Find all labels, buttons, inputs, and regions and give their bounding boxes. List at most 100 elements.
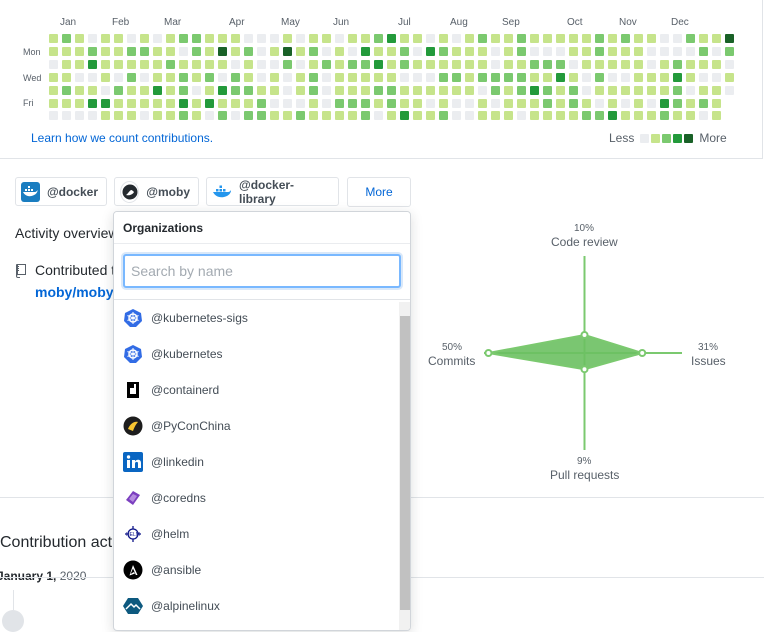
calendar-day-cell[interactable] [569,98,578,108]
calendar-day-cell[interactable] [231,59,240,69]
calendar-day-cell[interactable] [569,46,578,56]
calendar-day-cell[interactable] [647,98,656,108]
calendar-day-cell[interactable] [153,98,162,108]
calendar-day-cell[interactable] [114,85,123,95]
calendar-day-cell[interactable] [257,111,266,121]
calendar-day-cell[interactable] [621,59,630,69]
calendar-day-cell[interactable] [127,34,136,43]
calendar-day-cell[interactable] [595,72,604,82]
calendar-day-cell[interactable] [569,72,578,82]
calendar-day-cell[interactable] [491,111,500,121]
calendar-day-cell[interactable] [478,85,487,95]
calendar-day-cell[interactable] [543,111,552,121]
org-list-item[interactable]: HELM @helm [123,516,393,552]
calendar-day-cell[interactable] [608,59,617,69]
calendar-day-cell[interactable] [530,72,539,82]
calendar-day-cell[interactable] [244,59,253,69]
calendar-day-cell[interactable] [88,85,97,95]
calendar-day-cell[interactable] [114,59,123,69]
calendar-day-cell[interactable] [595,85,604,95]
calendar-day-cell[interactable] [621,72,630,82]
calendar-day-cell[interactable] [296,98,305,108]
calendar-day-cell[interactable] [439,34,448,43]
calendar-day-cell[interactable] [595,46,604,56]
calendar-day-cell[interactable] [647,59,656,69]
calendar-day-cell[interactable] [426,85,435,95]
calendar-day-cell[interactable] [413,59,422,69]
org-button-moby[interactable]: @moby [114,177,199,206]
calendar-day-cell[interactable] [283,85,292,95]
calendar-day-cell[interactable] [205,46,214,56]
calendar-day-cell[interactable] [400,98,409,108]
calendar-day-cell[interactable] [166,85,175,95]
calendar-day-cell[interactable] [634,98,643,108]
calendar-day-cell[interactable] [517,111,526,121]
calendar-day-cell[interactable] [270,59,279,69]
calendar-day-cell[interactable] [530,34,539,43]
calendar-day-cell[interactable] [569,111,578,121]
calendar-day-cell[interactable] [348,85,357,95]
calendar-day-cell[interactable] [140,85,149,95]
calendar-day-cell[interactable] [296,34,305,43]
calendar-day-cell[interactable] [504,34,513,43]
calendar-day-cell[interactable] [257,98,266,108]
calendar-day-cell[interactable] [439,46,448,56]
calendar-day-cell[interactable] [699,72,708,82]
calendar-day-cell[interactable] [205,111,214,121]
calendar-day-cell[interactable] [244,85,253,95]
calendar-day-cell[interactable] [465,111,474,121]
calendar-day-cell[interactable] [140,46,149,56]
more-orgs-button[interactable]: More [347,177,411,207]
calendar-day-cell[interactable] [153,34,162,43]
calendar-day-cell[interactable] [166,111,175,121]
org-list-item[interactable]: @alpinelinux [123,588,393,624]
calendar-day-cell[interactable] [530,111,539,121]
calendar-day-cell[interactable] [439,98,448,108]
calendar-day-cell[interactable] [192,72,201,82]
calendar-day-cell[interactable] [179,111,188,121]
calendar-day-cell[interactable] [595,59,604,69]
calendar-day-cell[interactable] [647,34,656,43]
calendar-day-cell[interactable] [335,72,344,82]
calendar-day-cell[interactable] [374,59,383,69]
calendar-day-cell[interactable] [660,59,669,69]
calendar-day-cell[interactable] [634,34,643,43]
calendar-day-cell[interactable] [374,98,383,108]
calendar-day-cell[interactable] [634,59,643,69]
org-list-item[interactable]: @linkedin [123,444,393,480]
calendar-day-cell[interactable] [75,34,84,43]
calendar-day-cell[interactable] [686,34,695,43]
calendar-day-cell[interactable] [556,34,565,43]
calendar-day-cell[interactable] [101,111,110,121]
calendar-day-cell[interactable] [244,34,253,43]
calendar-day-cell[interactable] [543,34,552,43]
calendar-day-cell[interactable] [88,72,97,82]
calendar-day-cell[interactable] [530,85,539,95]
calendar-day-cell[interactable] [153,72,162,82]
calendar-day-cell[interactable] [699,98,708,108]
calendar-day-cell[interactable] [244,46,253,56]
calendar-day-cell[interactable] [374,85,383,95]
calendar-day-cell[interactable] [231,46,240,56]
calendar-day-cell[interactable] [452,34,461,43]
calendar-day-cell[interactable] [218,85,227,95]
calendar-day-cell[interactable] [140,98,149,108]
calendar-day-cell[interactable] [361,46,370,56]
calendar-day-cell[interactable] [283,34,292,43]
calendar-day-cell[interactable] [452,72,461,82]
calendar-day-cell[interactable] [309,85,318,95]
calendar-day-cell[interactable] [127,46,136,56]
calendar-day-cell[interactable] [543,59,552,69]
calendar-day-cell[interactable] [62,34,71,43]
calendar-day-cell[interactable] [647,46,656,56]
calendar-day-cell[interactable] [88,46,97,56]
calendar-day-cell[interactable] [75,72,84,82]
calendar-day-cell[interactable] [62,111,71,121]
calendar-day-cell[interactable] [283,72,292,82]
org-list-item[interactable]: @coredns [123,480,393,516]
calendar-day-cell[interactable] [465,59,474,69]
calendar-day-cell[interactable] [621,98,630,108]
calendar-day-cell[interactable] [322,46,331,56]
calendar-day-cell[interactable] [660,46,669,56]
calendar-day-cell[interactable] [101,59,110,69]
